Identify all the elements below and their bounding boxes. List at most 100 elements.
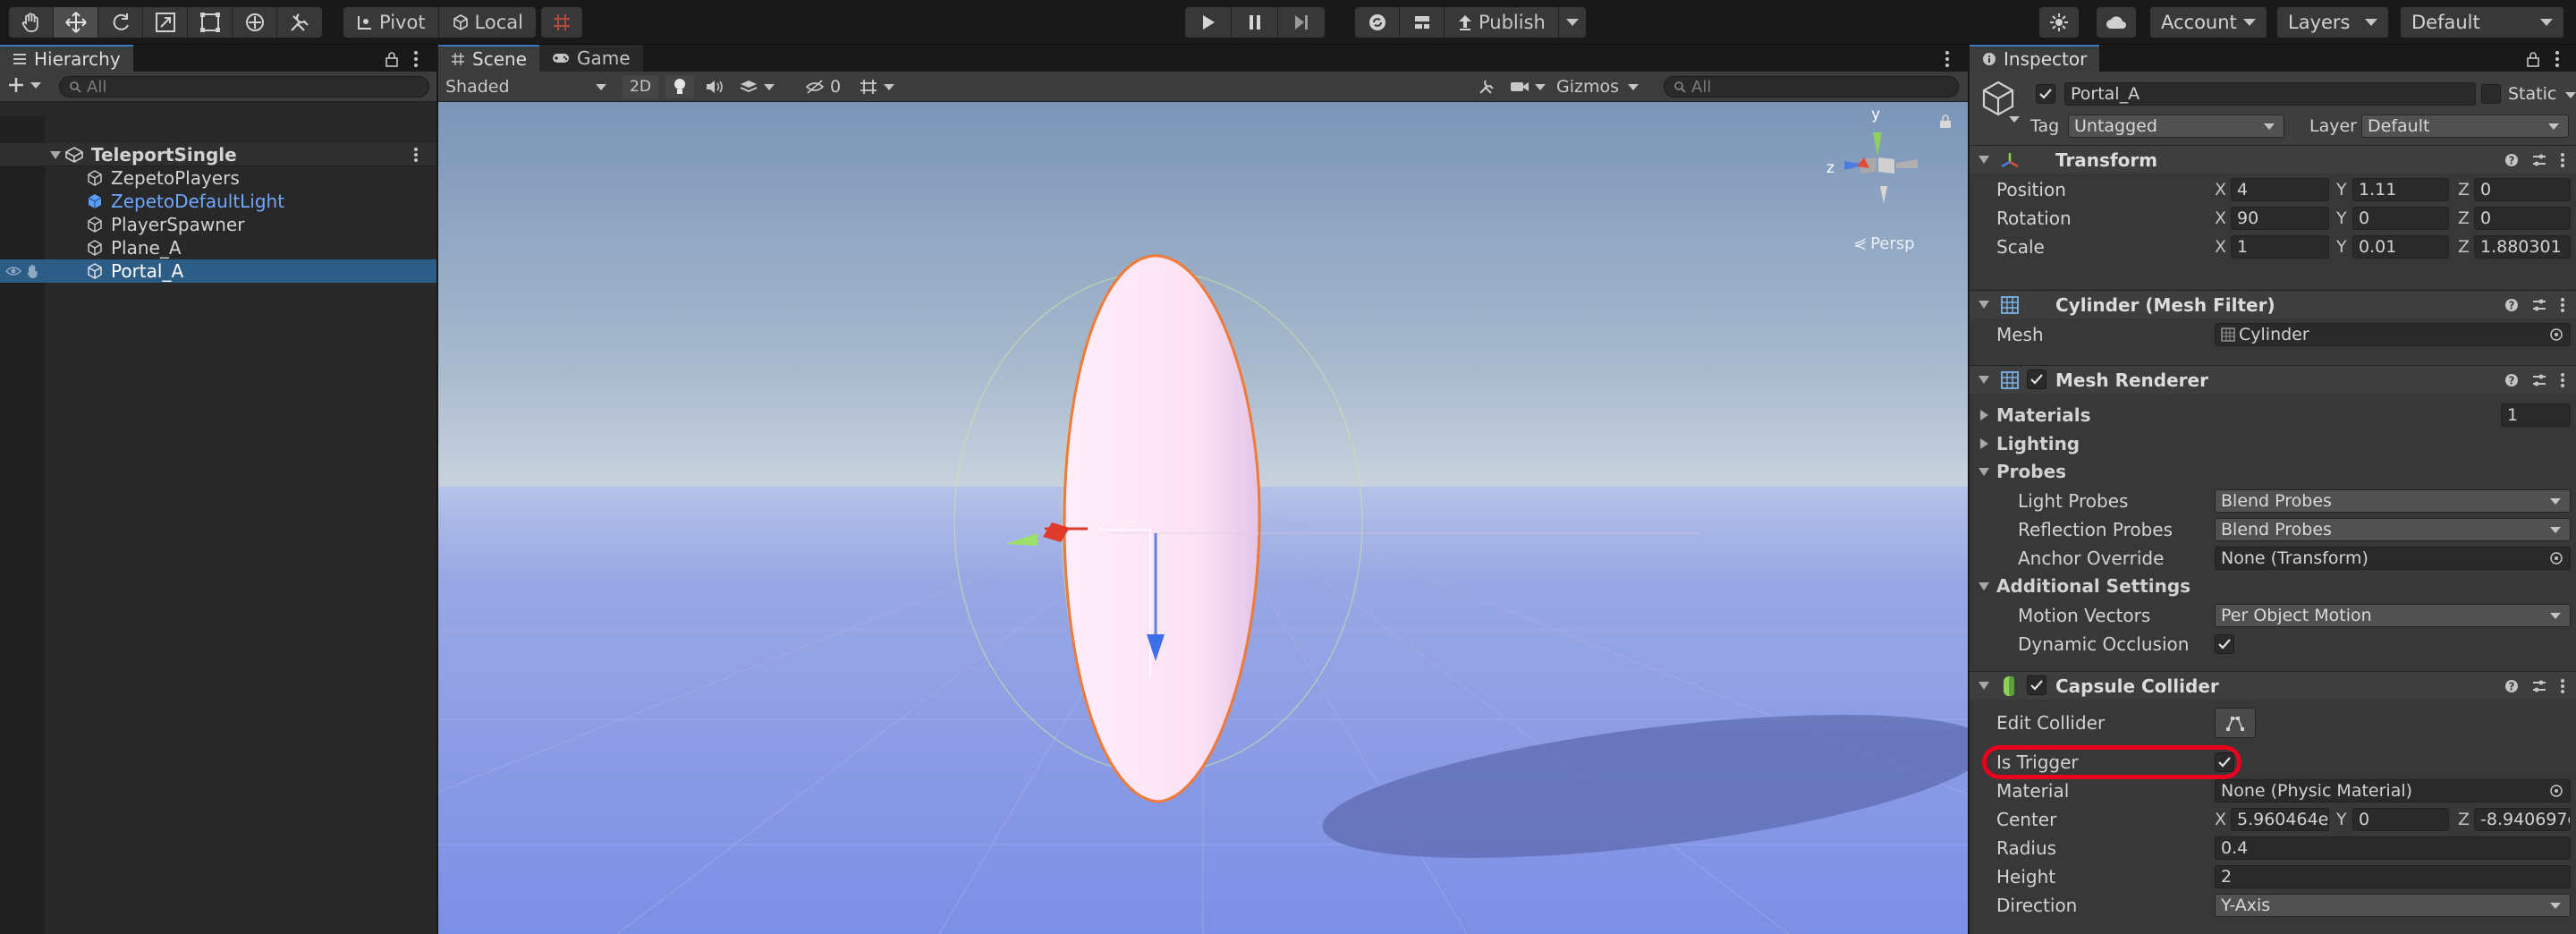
foldout-arrow-icon[interactable] [1979, 468, 1989, 476]
scale-z-field[interactable]: 1.880301 [2474, 235, 2571, 259]
audio-toggle-button[interactable] [705, 75, 724, 98]
help-icon[interactable]: ? [2504, 679, 2519, 693]
tag-dropdown[interactable]: Untagged [2068, 115, 2284, 138]
expand-arrow-icon[interactable] [50, 151, 61, 159]
play-button[interactable] [1185, 7, 1232, 38]
scene-row[interactable]: TeleportSingle [0, 143, 436, 166]
services-button[interactable] [2039, 7, 2079, 38]
rotation-x-field[interactable]: 90 [2231, 207, 2329, 230]
hand-icon[interactable] [9, 7, 54, 38]
position-x-field[interactable]: 4 [2231, 178, 2329, 201]
persp-toggle[interactable]: ⋞ Persp [1853, 234, 1915, 253]
hierarchy-item-zepetodefaultlight[interactable]: ZepetoDefaultLight [0, 190, 436, 213]
center-y-field[interactable]: 0 [2352, 808, 2449, 831]
grid-dropdown[interactable] [859, 75, 894, 98]
center-x-field[interactable]: 5.960464e [2231, 808, 2329, 831]
step-button[interactable] [1278, 7, 1325, 38]
lighting-toggle-button[interactable] [665, 75, 694, 98]
foldout-arrow-icon[interactable] [1979, 156, 1989, 164]
probes-row[interactable]: Probes [1970, 457, 2576, 486]
gizmos-dropdown[interactable]: Gizmos [1556, 75, 1640, 98]
publish-dropdown-button[interactable] [1559, 7, 1586, 38]
object-picker-icon[interactable] [2549, 551, 2563, 565]
height-field[interactable]: 2 [2215, 865, 2571, 888]
hierarchy-item-zepetoplayers[interactable]: ZepetoPlayers [0, 166, 436, 190]
help-icon[interactable]: ? [2504, 298, 2519, 312]
capsule-collider-enabled-checkbox[interactable] [2027, 675, 2046, 695]
tab-hierarchy[interactable]: Hierarchy [0, 45, 133, 72]
camera-dropdown[interactable] [1510, 75, 1546, 98]
hidden-objects-toggle[interactable]: 0 [805, 75, 841, 98]
foldout-arrow-icon[interactable] [1979, 301, 1989, 309]
custom-tool-icon[interactable] [277, 7, 322, 38]
transform-header[interactable]: Transform ? [1970, 145, 2576, 174]
additional-settings-row[interactable]: Additional Settings [1970, 572, 2576, 600]
materials-row[interactable]: Materials 1 [1970, 401, 2576, 429]
materials-count-field[interactable]: 1 [2501, 403, 2571, 427]
direction-dropdown[interactable]: Y-Axis [2215, 894, 2571, 917]
mesh-renderer-header[interactable]: Mesh Renderer ? [1970, 365, 2576, 394]
light-probes-dropdown[interactable]: Blend Probes [2215, 489, 2571, 513]
tools-toggle-button[interactable] [1478, 75, 1496, 98]
mesh-object-field[interactable]: Cylinder [2215, 323, 2571, 346]
2d-toggle-button[interactable]: 2D [623, 75, 658, 98]
object-picker-icon[interactable] [2549, 327, 2563, 342]
lock-icon[interactable] [385, 51, 399, 67]
kebab-menu-icon[interactable] [2560, 297, 2565, 313]
shading-mode-dropdown[interactable]: Shaded [445, 75, 606, 98]
material-field[interactable]: None (Physic Material) [2215, 779, 2571, 802]
foldout-arrow-icon[interactable] [1979, 582, 1989, 590]
rect-icon[interactable] [188, 7, 233, 38]
build-button[interactable] [1400, 7, 1445, 38]
lock-icon[interactable] [2526, 51, 2540, 67]
active-checkbox[interactable] [2036, 84, 2055, 104]
scene-viewport[interactable]: y z ⋞ Persp [438, 102, 1968, 934]
rotation-z-field[interactable]: 0 [2474, 207, 2571, 230]
tab-scene[interactable]: Scene [438, 45, 539, 72]
kebab-menu-icon[interactable] [2560, 372, 2565, 388]
move-icon[interactable] [54, 7, 98, 38]
foldout-arrow-icon[interactable] [1980, 438, 1988, 449]
radius-field[interactable]: 0.4 [2215, 836, 2571, 860]
hierarchy-item-playerspawner[interactable]: PlayerSpawner [0, 213, 436, 236]
collab-button[interactable] [1355, 7, 1400, 38]
kebab-menu-icon[interactable] [413, 147, 419, 163]
presets-icon[interactable] [2531, 298, 2547, 312]
mesh-renderer-enabled-checkbox[interactable] [2027, 369, 2046, 389]
center-z-field[interactable]: -8.940697e [2474, 808, 2571, 831]
foldout-arrow-icon[interactable] [1979, 376, 1989, 384]
anchor-override-field[interactable]: None (Transform) [2215, 547, 2571, 570]
help-icon[interactable]: ? [2504, 373, 2519, 387]
layer-dropdown[interactable]: Default [2361, 115, 2569, 138]
chevron-down-icon[interactable] [2009, 116, 2020, 123]
scale-icon[interactable] [143, 7, 188, 38]
mesh-filter-header[interactable]: Cylinder (Mesh Filter) ? [1970, 290, 2576, 318]
motion-vectors-dropdown[interactable]: Per Object Motion [2215, 604, 2571, 627]
static-checkbox[interactable] [2481, 84, 2501, 104]
cloud-button[interactable] [2097, 7, 2136, 38]
local-button[interactable]: Local [439, 7, 536, 38]
layout-dropdown[interactable]: Default [2401, 7, 2563, 38]
kebab-menu-icon[interactable] [2555, 50, 2560, 68]
foldout-arrow-icon[interactable] [1980, 410, 1988, 420]
grid-snap-button[interactable] [541, 7, 582, 38]
position-y-field[interactable]: 1.11 [2352, 178, 2449, 201]
presets-icon[interactable] [2531, 153, 2547, 167]
lighting-row[interactable]: Lighting [1970, 429, 2576, 458]
scene-search-input[interactable]: All [1664, 76, 1959, 98]
foldout-arrow-icon[interactable] [1979, 682, 1989, 690]
scale-y-field[interactable]: 0.01 [2352, 235, 2449, 259]
presets-icon[interactable] [2531, 679, 2547, 693]
pickable-hand-icon[interactable] [25, 263, 39, 279]
publish-button[interactable]: Publish [1445, 7, 1559, 38]
create-button[interactable] [7, 76, 41, 94]
kebab-menu-icon[interactable] [2560, 152, 2565, 168]
orientation-gizmo[interactable]: y z [1825, 106, 1932, 218]
hierarchy-item-plane-a[interactable]: Plane_A [0, 236, 436, 259]
dynamic-occlusion-checkbox[interactable] [2215, 634, 2234, 654]
object-picker-icon[interactable] [2549, 784, 2563, 798]
object-name-input[interactable]: Portal_A [2064, 82, 2476, 106]
presets-icon[interactable] [2531, 373, 2547, 387]
kebab-menu-icon[interactable] [1945, 50, 1950, 68]
rotation-y-field[interactable]: 0 [2352, 207, 2449, 230]
